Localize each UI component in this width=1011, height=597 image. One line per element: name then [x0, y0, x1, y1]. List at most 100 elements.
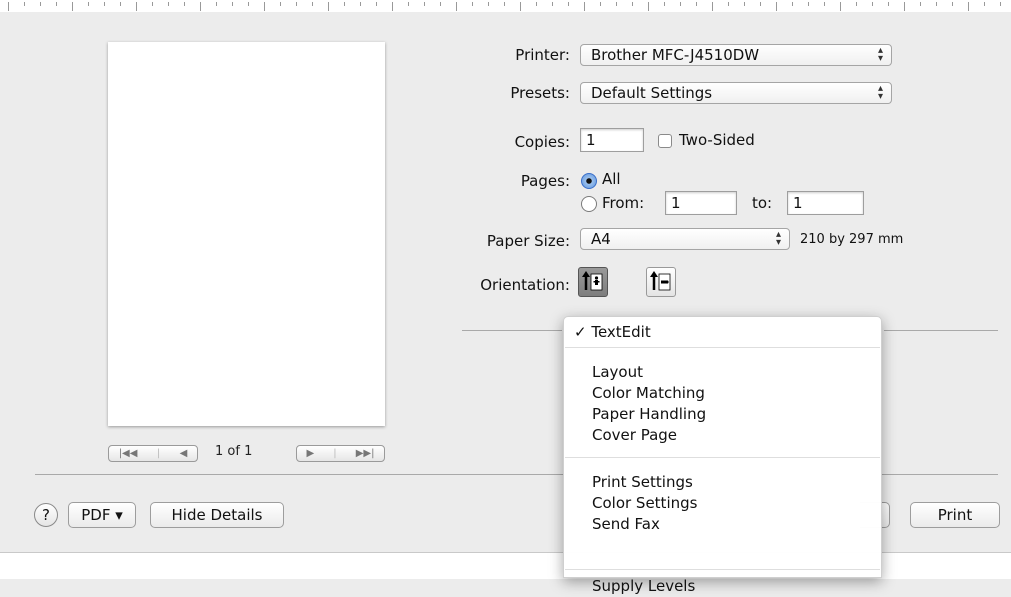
ruler-tick — [824, 2, 825, 6]
ruler-tick — [408, 2, 409, 6]
page-preview — [108, 42, 385, 426]
portrait-orientation-button[interactable] — [578, 267, 608, 297]
page-indicator: 1 of 1 — [215, 444, 253, 459]
ruler-tick — [456, 2, 457, 11]
ruler-tick — [616, 2, 617, 6]
ruler-tick — [776, 2, 777, 11]
ruler-tick — [280, 2, 281, 6]
ruler-tick — [952, 2, 953, 6]
previous-page-button[interactable]: ◀ — [180, 448, 188, 459]
updown-arrows-icon: ▴ ▾ — [877, 45, 883, 64]
menu-item-supply-levels[interactable]: Supply Levels — [592, 575, 695, 597]
next-page-button[interactable]: ▶ — [307, 448, 315, 459]
ruler-tick — [920, 2, 921, 6]
copies-label: Copies: — [514, 133, 570, 151]
ruler-tick — [232, 2, 233, 6]
pages-label: Pages: — [520, 172, 570, 190]
ruler-tick — [760, 2, 761, 6]
ruler-tick — [56, 2, 57, 6]
menu-item-color-matching[interactable]: Color Matching — [592, 382, 705, 404]
ruler-tick — [328, 2, 329, 11]
checkmark-icon: ✓ — [574, 323, 592, 341]
ruler-tick — [120, 2, 121, 6]
ruler-tick — [264, 2, 265, 11]
menu-item-layout[interactable]: Layout — [592, 361, 643, 383]
ruler-tick — [136, 2, 137, 11]
updown-arrows-icon: ▴ ▾ — [877, 83, 883, 102]
paper-size-value: A4 — [591, 230, 611, 248]
pager-divider: | — [156, 448, 161, 459]
printer-popup[interactable]: Brother MFC-J4510DW ▴ ▾ — [580, 44, 892, 66]
menu-item-print-settings[interactable]: Print Settings — [592, 471, 693, 493]
ruler-tick — [968, 2, 969, 11]
first-page-button[interactable]: |◀◀ — [119, 448, 138, 459]
to-label: to: — [752, 194, 773, 212]
ruler-tick — [72, 2, 73, 11]
help-button[interactable]: ? — [34, 503, 58, 527]
landscape-icon — [650, 271, 671, 291]
ruler-tick — [664, 2, 665, 6]
pager-back-group: |◀◀ | ◀ — [108, 445, 198, 462]
ruler-tick — [312, 2, 313, 6]
printer-value: Brother MFC-J4510DW — [591, 46, 760, 64]
ruler-tick — [696, 2, 697, 6]
ruler-tick — [792, 2, 793, 6]
ruler-tick — [360, 2, 361, 6]
from-page-field[interactable]: 1 — [665, 191, 737, 215]
ruler-tick — [216, 2, 217, 6]
updown-arrows-icon: ▴ ▾ — [775, 229, 781, 248]
ruler-tick — [744, 2, 745, 6]
presets-label: Presets: — [510, 84, 570, 102]
ruler-tick — [296, 2, 297, 6]
menu-item-textedit[interactable]: ✓ TextEdit — [574, 321, 651, 343]
copies-field[interactable]: 1 — [580, 128, 644, 152]
ruler-tick — [872, 2, 873, 6]
ruler-tick — [584, 2, 585, 11]
menu-item-cover-page[interactable]: Cover Page — [592, 424, 677, 446]
ruler-tick — [984, 2, 985, 6]
ruler-tick — [648, 2, 649, 11]
pages-all-radio[interactable] — [581, 173, 597, 189]
paper-size-dimensions: 210 by 297 mm — [800, 232, 904, 247]
print-button[interactable]: Print — [910, 502, 1000, 528]
ruler-tick — [568, 2, 569, 6]
menu-separator — [565, 457, 880, 458]
menu-item-paper-handling[interactable]: Paper Handling — [592, 403, 706, 425]
landscape-orientation-button[interactable] — [646, 267, 676, 297]
paper-size-label: Paper Size: — [486, 232, 570, 250]
ruler-tick — [104, 2, 105, 6]
footer-separator-left — [35, 474, 563, 475]
pager-forward-group: ▶ | ▶▶| — [296, 445, 385, 462]
presets-value: Default Settings — [591, 84, 713, 102]
ruler-tick — [728, 2, 729, 6]
pages-from-label: From: — [602, 194, 645, 212]
last-page-button[interactable]: ▶▶| — [356, 448, 375, 459]
orientation-label: Orientation: — [480, 276, 570, 294]
portrait-icon — [582, 271, 603, 291]
paper-size-popup[interactable]: A4 ▴ ▾ — [580, 228, 790, 250]
ruler-tick — [936, 2, 937, 6]
ruler-tick — [520, 2, 521, 11]
ruler-tick — [88, 2, 89, 6]
two-sided-checkbox[interactable] — [658, 134, 672, 148]
pdf-menu-button[interactable]: PDF ▾ — [68, 502, 136, 528]
pages-from-radio[interactable] — [581, 196, 597, 212]
menu-item-send-fax[interactable]: Send Fax — [592, 513, 660, 535]
presets-popup[interactable]: Default Settings ▴ ▾ — [580, 82, 892, 104]
ruler-tick — [888, 2, 889, 6]
ruler-tick — [200, 2, 201, 11]
menu-item-color-settings[interactable]: Color Settings — [592, 492, 697, 514]
ruler-tick — [488, 2, 489, 6]
separator-right — [884, 330, 998, 331]
ruler-tick — [424, 2, 425, 6]
footer-separator-right — [882, 474, 998, 475]
ruler-tick — [680, 2, 681, 6]
ruler-tick — [40, 2, 41, 6]
two-sided-label: Two-Sided — [679, 131, 755, 149]
ruler-tick — [168, 2, 169, 6]
ruler-tick — [504, 2, 505, 6]
to-page-field[interactable]: 1 — [787, 191, 864, 215]
ruler-tick — [152, 2, 153, 6]
hide-details-button[interactable]: Hide Details — [150, 502, 284, 528]
panel-dropdown-menu: ✓ TextEdit Layout Color Matching Paper Han… — [563, 316, 882, 595]
